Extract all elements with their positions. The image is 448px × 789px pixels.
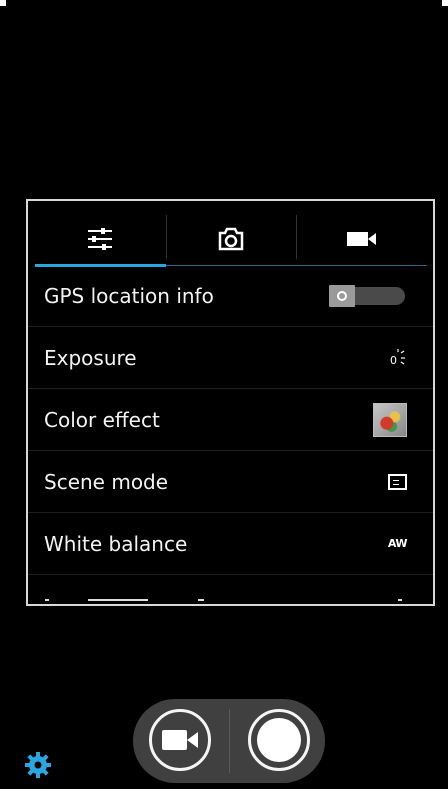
exposure-label: Exposure [44, 345, 137, 370]
sliders-icon [88, 228, 113, 250]
scene-mode-icon [388, 473, 407, 490]
control-divider [229, 709, 230, 773]
color-effect-label: Color effect [44, 407, 160, 432]
settings-list: GPS location info Exposure 0 Color effec… [28, 265, 433, 604]
tab-camera-settings[interactable] [165, 213, 297, 265]
gps-toggle[interactable] [329, 284, 405, 307]
corner-marker-right [442, 0, 448, 6]
exposure-icon: 0 [390, 348, 405, 367]
video-camera-icon [162, 730, 198, 750]
white-balance-row[interactable]: White balance AW [28, 513, 433, 575]
scene-mode-row[interactable]: Scene mode [28, 451, 433, 513]
gear-icon[interactable] [23, 750, 53, 780]
color-effect-row[interactable]: Color effect [28, 389, 433, 451]
video-camera-icon [346, 232, 376, 246]
camera-icon [218, 227, 244, 251]
shutter-button[interactable] [248, 709, 310, 771]
settings-tab-bar [35, 213, 427, 267]
toggle-knob [329, 284, 355, 307]
color-effect-thumbnail [373, 402, 407, 437]
exposure-row[interactable]: Exposure 0 [28, 327, 433, 389]
scene-mode-label: Scene mode [44, 469, 169, 494]
tab-general-settings[interactable] [35, 213, 166, 267]
shutter-icon [257, 718, 301, 762]
tab-video-settings[interactable] [296, 213, 427, 265]
svg-text:0: 0 [390, 354, 397, 367]
corner-marker-left [0, 0, 6, 6]
video-record-button[interactable] [149, 709, 211, 771]
gps-location-label: GPS location info [44, 283, 214, 308]
gps-location-row[interactable]: GPS location info [28, 265, 433, 327]
white-balance-label: White balance [44, 531, 188, 556]
partial-next-row [28, 575, 433, 604]
camera-settings-panel: GPS location info Exposure 0 Color effec… [26, 199, 435, 606]
capture-control-bar [133, 699, 325, 783]
white-balance-icon: AW [387, 537, 408, 550]
